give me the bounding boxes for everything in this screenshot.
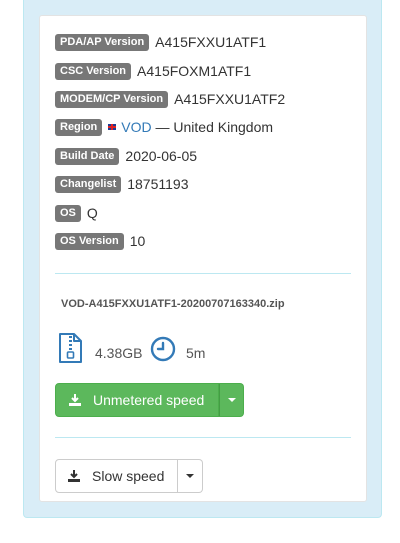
csc-value: A415FOXM1ATF1: [137, 63, 252, 79]
region-country: — United Kingdom: [151, 119, 274, 135]
info-row-modem: MODEM/CP Version A415FXXU1ATF2: [55, 89, 285, 109]
os-value: Q: [86, 205, 98, 221]
info-row-csc: CSC Version A415FOXM1ATF1: [55, 61, 251, 81]
info-row-pda: PDA/AP Version A415FXXU1ATF1: [55, 32, 266, 52]
info-row-changelist: Changelist 18751193: [55, 174, 188, 194]
info-row-region: Region VOD — United Kingdom: [55, 117, 273, 137]
file-size: 4.38GB: [95, 345, 143, 361]
build-date-value: 2020-06-05: [125, 148, 198, 164]
modem-value: A415FXXU1ATF2: [174, 91, 286, 107]
firmware-panel: PDA/AP Version A415FXXU1ATF1 CSC Version…: [23, 0, 382, 518]
pda-label: PDA/AP Version: [55, 33, 150, 51]
slow-dropdown-toggle[interactable]: [178, 459, 204, 493]
file-name: VOD-A415FXXU1ATF1-20200707163340.zip: [61, 298, 285, 310]
os-label: OS: [55, 204, 81, 222]
zip-file-icon: [59, 333, 82, 363]
slow-download-button[interactable]: Slow speed: [55, 459, 179, 493]
region-link[interactable]: VOD: [121, 119, 151, 135]
divider-bottom: [55, 437, 351, 438]
flag-uk-icon: [108, 124, 117, 130]
info-row-os: OS Q: [55, 203, 98, 223]
download-icon: [69, 394, 81, 406]
divider-top: [55, 273, 351, 274]
download-time: 5m: [186, 345, 206, 361]
region-label: Region: [55, 118, 103, 136]
caret-down-icon: [227, 398, 236, 402]
unmetered-label: Unmetered speed: [93, 392, 205, 408]
slow-label: Slow speed: [92, 468, 165, 484]
download-icon: [68, 470, 80, 482]
info-row-os-version: OS Version 10: [55, 231, 145, 251]
changelist-value: 18751193: [127, 176, 189, 192]
unmetered-download-button[interactable]: Unmetered speed: [55, 383, 220, 417]
os-version-label: OS Version: [55, 232, 124, 250]
unmetered-button-group: Unmetered speed: [55, 383, 245, 417]
csc-label: CSC Version: [55, 62, 132, 80]
build-date-label: Build Date: [55, 147, 120, 165]
info-row-build-date: Build Date 2020-06-05: [55, 146, 197, 166]
firmware-card: PDA/AP Version A415FXXU1ATF1 CSC Version…: [39, 15, 367, 502]
os-version-value: 10: [129, 233, 146, 249]
slow-button-group: Slow speed: [55, 459, 204, 493]
pda-value: A415FXXU1ATF1: [155, 34, 267, 50]
modem-label: MODEM/CP Version: [55, 90, 169, 108]
unmetered-dropdown-toggle[interactable]: [219, 383, 245, 417]
caret-down-icon: [186, 474, 195, 478]
changelist-label: Changelist: [55, 175, 122, 193]
clock-icon: [150, 336, 176, 362]
